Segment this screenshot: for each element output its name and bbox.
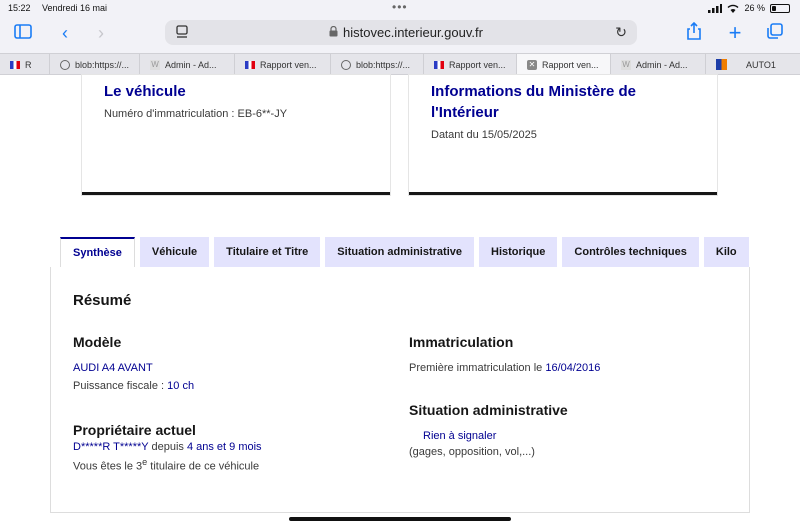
w-icon: W: [150, 59, 160, 70]
browser-tab[interactable]: AUTO1: [706, 54, 800, 75]
report-tabs: Synthèse Véhicule Titulaire et Titre Sit…: [60, 237, 750, 267]
registration-section: Immatriculation Première immatriculation…: [409, 334, 600, 374]
tab-synthese[interactable]: Synthèse: [60, 237, 135, 267]
browser-tab[interactable]: blob:https://...: [50, 54, 140, 75]
back-icon[interactable]: ‹: [54, 22, 76, 44]
tab-historique[interactable]: Historique: [479, 237, 558, 267]
ministry-date: Datant du 15/05/2025: [431, 129, 537, 141]
status-indicators: 26 %: [708, 3, 790, 13]
forward-icon[interactable]: ›: [90, 22, 112, 44]
status-bar: 15:22 Vendredi 16 mai ••• 26 %: [0, 0, 800, 16]
globe-icon: [60, 59, 70, 70]
battery-percent: 26 %: [744, 3, 765, 13]
admin-detail: (gages, opposition, vol,...): [409, 446, 535, 458]
flag-icon: [245, 60, 255, 69]
tab-overview-icon[interactable]: [764, 22, 786, 44]
wifi-icon: [727, 4, 739, 13]
browser-tab[interactable]: Rapport ven...: [424, 54, 517, 75]
tab-vehicule[interactable]: Véhicule: [139, 237, 210, 267]
plate-number: Numéro d'immatriculation : EB-6**-JY: [104, 108, 288, 120]
browser-tab[interactable]: R: [0, 54, 50, 75]
summary-title: Résumé: [73, 292, 132, 309]
browser-tab[interactable]: W Admin - Ad...: [611, 54, 706, 75]
owner-duration: 4 ans et 9 mois: [186, 441, 262, 453]
model-section: Modèle AUDI A4 AVANT Puissance fiscale :…: [73, 334, 194, 392]
admin-status: Rien à signaler: [423, 430, 497, 442]
vehicle-card: Le véhicule Numéro d'immatriculation : E…: [82, 75, 390, 195]
globe-icon: [341, 59, 351, 70]
tab-situation-administrative[interactable]: Situation administrative: [325, 237, 474, 267]
flag-icon: [10, 60, 20, 69]
address-bar[interactable]: histovec.interieur.gouv.fr ↻: [165, 20, 637, 45]
owner-line: D*****R T*****Y depuis 4 ans et 9 mois: [73, 441, 262, 453]
browser-tab[interactable]: Rapport ven...: [235, 54, 331, 75]
browser-tab[interactable]: W Admin - Ad...: [140, 54, 235, 75]
admin-heading: Situation administrative: [409, 402, 568, 418]
sidebar-icon[interactable]: [12, 22, 34, 44]
w-icon: W: [621, 59, 631, 70]
auto1-icon: [716, 59, 727, 70]
browser-tab-strip: R blob:https://... W Admin - Ad... Rappor…: [0, 53, 800, 75]
first-registration: Première immatriculation le 16/04/2016: [409, 362, 601, 374]
close-tab-icon[interactable]: ✕: [527, 59, 537, 70]
ministry-card-title-line1: Informations du Ministère de: [431, 83, 637, 100]
lock-icon: [329, 26, 338, 37]
status-date: Vendredi 16 mai: [42, 3, 108, 13]
ministry-card-title-line2: l'Intérieur: [431, 104, 499, 121]
page-content: Le véhicule Numéro d'immatriculation : E…: [0, 75, 800, 525]
owner-rank: Vous êtes le 3e titulaire de ce véhicule: [73, 457, 260, 473]
registration-heading: Immatriculation: [409, 334, 514, 350]
home-indicator: [289, 517, 511, 521]
reload-icon[interactable]: ↻: [615, 24, 627, 41]
multitasking-dots-icon[interactable]: •••: [392, 0, 408, 14]
vehicle-card-title: Le véhicule: [104, 83, 186, 100]
new-tab-icon[interactable]: +: [724, 22, 746, 44]
page-menu-icon[interactable]: [175, 25, 189, 39]
browser-tab[interactable]: blob:https://...: [331, 54, 424, 75]
url-text: histovec.interieur.gouv.fr: [343, 25, 483, 40]
status-time: 15:22: [8, 3, 31, 13]
signal-icon: [708, 3, 723, 13]
owner-heading: Propriétaire actuel: [73, 422, 196, 438]
fiscal-power: Puissance fiscale : 10 ch: [73, 380, 195, 392]
battery-icon: [770, 3, 790, 13]
flag-icon: [434, 60, 444, 69]
admin-section: Situation administrative Rien à signaler…: [409, 402, 568, 458]
tab-kilometrage[interactable]: Kilo: [703, 237, 749, 267]
share-icon[interactable]: [683, 21, 705, 44]
browser-toolbar: ‹ › histovec.interieur.gouv.fr ↻ +: [0, 16, 800, 50]
model-name: AUDI A4 AVANT: [73, 362, 153, 374]
ministry-card: Informations du Ministère de l'Intérieur…: [409, 75, 717, 195]
model-heading: Modèle: [73, 334, 122, 350]
summary-panel: Résumé Modèle AUDI A4 AVANT Puissance fi…: [50, 267, 750, 513]
browser-tab-active[interactable]: ✕ Rapport ven...: [517, 54, 611, 75]
tab-controles-techniques[interactable]: Contrôles techniques: [562, 237, 699, 267]
owner-name: D*****R T*****Y: [73, 441, 149, 453]
tab-titulaire[interactable]: Titulaire et Titre: [214, 237, 321, 267]
owner-section: Propriétaire actuel D*****R T*****Y depu…: [73, 422, 262, 473]
